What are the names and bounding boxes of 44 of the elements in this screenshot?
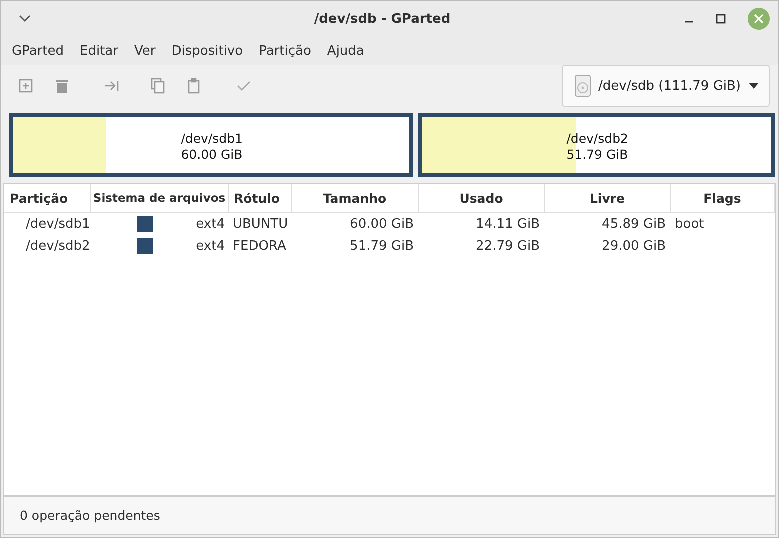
- maximize-icon[interactable]: [716, 14, 726, 24]
- menu-item[interactable]: Editar: [72, 44, 126, 58]
- device-dropdown[interactable]: /dev/sdb (111.79 GiB): [562, 65, 770, 107]
- table-cell: boot: [675, 216, 704, 232]
- copy-icon[interactable]: [150, 78, 166, 94]
- table-cell-text: 22.79 GiB: [475, 238, 541, 254]
- table-cell-text: FEDORA: [232, 238, 288, 254]
- table-cell-text: 45.89 GiB: [601, 216, 667, 232]
- menu-item[interactable]: Ajuda: [319, 44, 372, 58]
- caret-icon: [749, 83, 759, 89]
- table-cell: ext4: [196, 238, 225, 254]
- table-cell-text: 29.00 GiB: [601, 238, 667, 254]
- partition-block[interactable]: /dev/sdb2 51.79 GiB: [418, 113, 775, 177]
- resize-icon[interactable]: [104, 78, 120, 94]
- column-header[interactable]: Tamanho: [292, 184, 419, 212]
- delete-icon[interactable]: [54, 78, 70, 94]
- menu-icon[interactable]: [19, 15, 31, 23]
- partition-name: /dev/sdb2: [566, 131, 627, 147]
- menu-item[interactable]: Dispositivo: [164, 44, 252, 58]
- close-icon[interactable]: [748, 8, 770, 30]
- partition-name: /dev/sdb1: [181, 131, 242, 147]
- menu-item[interactable]: Ver: [126, 44, 164, 58]
- table-cell: ext4: [196, 216, 225, 232]
- paste-icon[interactable]: [186, 78, 202, 94]
- partition-size: 51.79 GiB: [566, 147, 627, 163]
- partition-block[interactable]: /dev/sdb1 60.00 GiB: [9, 113, 414, 177]
- menu-item[interactable]: GParted: [4, 44, 72, 58]
- partition-size: 60.00 GiB: [181, 147, 242, 163]
- column-header[interactable]: Rótulo: [229, 184, 292, 212]
- menu-item[interactable]: Partição: [251, 44, 320, 58]
- new-icon[interactable]: [18, 78, 34, 94]
- column-header[interactable]: Sistema de arquivos: [91, 184, 229, 212]
- column-header[interactable]: Partição: [4, 184, 91, 212]
- column-header[interactable]: Livre: [545, 184, 671, 212]
- table-cell-text: /dev/sdb2: [25, 238, 91, 254]
- table-cell-text: 51.79 GiB: [349, 238, 415, 254]
- table-cell-text: /dev/sdb1: [25, 216, 91, 232]
- column-header[interactable]: Flags: [671, 184, 775, 212]
- table-cell-text: 14.11 GiB: [475, 216, 541, 232]
- table-cell-text: UBUNTU: [232, 216, 290, 232]
- window-title: /dev/sdb - GParted: [313, 12, 452, 26]
- status-text: 0 operação pendentes: [20, 508, 160, 523]
- column-header[interactable]: Usado: [419, 184, 545, 212]
- table-cell-text: 60.00 GiB: [349, 216, 415, 232]
